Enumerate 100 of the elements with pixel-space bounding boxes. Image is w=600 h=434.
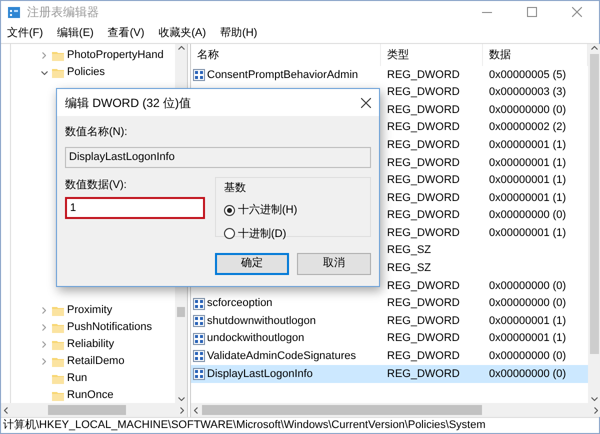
horizontal-scrollbar[interactable] (191, 403, 600, 417)
table-cell: REG_DWORD (387, 226, 460, 239)
folder-icon (52, 66, 64, 78)
tree-item[interactable]: Proximity (67, 302, 112, 319)
radio-option[interactable]: 十进制(D) (224, 226, 362, 242)
registry-editor-icon (7, 5, 21, 19)
close-icon[interactable] (361, 98, 371, 108)
table-cell: 0x00000002 (2) (489, 121, 566, 134)
horizontal-scrollbar[interactable] (1, 403, 187, 417)
table-row[interactable]: scforceoption REG_DWORD 0x00000000 (0) (191, 294, 588, 312)
value-name: ValidateAdminCodeSignatures (207, 349, 356, 364)
table-cell: 0x00000001 (1) (489, 138, 566, 151)
table-row[interactable]: undockwithoutlogon REG_DWORD 0x00000001 (1) (191, 330, 588, 348)
binary-value-icon (193, 298, 205, 310)
window-title: 注册表编辑器 (27, 4, 99, 21)
table-cell: REG_DWORD (387, 314, 460, 327)
scroll-up-icon[interactable] (591, 46, 598, 50)
selected-row[interactable]: DisplayLastLogonInfo REG_DWORD 0x00000000 (0) (191, 365, 588, 383)
maximize-icon[interactable] (526, 7, 536, 17)
value-name-field[interactable]: DisplayLastLogonInfo (65, 146, 371, 168)
table-cell: 0x00000001 (1) (489, 156, 566, 169)
menu-item[interactable]: 收藏夹(A) (158, 24, 206, 42)
folder-icon (52, 372, 64, 384)
table-cell: REG_DWORD (387, 368, 460, 380)
table-cell: 0x00000000 (0) (489, 209, 566, 222)
tree-item[interactable]: Reliability (67, 336, 114, 353)
folder-icon (52, 304, 64, 316)
table-cell: REG_DWORD (387, 138, 460, 151)
table-cell: REG_SZ (387, 244, 432, 256)
value-name: shutdownwithoutlogon (207, 314, 316, 329)
menu-item[interactable]: 文件(F) (7, 24, 44, 42)
menu-item[interactable]: 编辑(E) (57, 24, 94, 42)
folder-icon (52, 322, 64, 334)
column-header[interactable]: 名称 (197, 46, 219, 64)
scroll-right-icon[interactable] (180, 406, 184, 414)
chevron-icon[interactable] (40, 70, 48, 74)
scrollbar-thumb[interactable] (590, 54, 599, 354)
table-cell: REG_DWORD (387, 280, 460, 292)
table-cell: REG_DWORD (387, 297, 460, 310)
scroll-right-icon[interactable] (594, 406, 598, 414)
scrollbar-thumb[interactable] (177, 307, 185, 317)
tree-item[interactable]: RunOnce (67, 387, 114, 404)
table-cell: 0x00000000 (0) (489, 368, 566, 380)
tree-item[interactable]: PushNotifications (67, 319, 152, 336)
tree-item[interactable]: Run (67, 370, 88, 387)
status-path: 计算机\HKEY_LOCAL_MACHINE\SOFTWARE\Microsoft\Windows\CurrentVersion\Policies\System (3, 418, 486, 434)
table-row[interactable]: shutdownwithoutlogon REG_DWORD 0x00000001 (1) (191, 312, 588, 330)
scroll-down-icon[interactable] (178, 397, 184, 401)
tree-item[interactable]: RetailDemo (67, 353, 124, 370)
binary-value-icon (193, 68, 205, 81)
folder-icon (52, 338, 64, 350)
scroll-left-icon[interactable] (194, 406, 198, 414)
menu-item[interactable]: 帮助(H) (220, 24, 258, 42)
table-cell: REG_DWORD (387, 156, 460, 169)
tree-item[interactable]: PhotoPropertyHand (67, 47, 164, 64)
folder-icon (52, 50, 64, 62)
value-name: scforceoption (207, 296, 272, 312)
table-row[interactable]: ValidateAdminCodeSignatures REG_DWORD 0x00000000 (0) (191, 348, 588, 366)
vertical-scrollbar[interactable] (588, 44, 600, 403)
scrollbar-thumb[interactable] (48, 405, 126, 415)
column-header[interactable]: 类型 (387, 46, 409, 64)
dialog-title: 编辑 DWORD (32 位)值 (65, 94, 191, 112)
table-cell: REG_DWORD (387, 209, 460, 222)
table-cell: REG_DWORD (387, 121, 460, 134)
dialog-button[interactable]: 取消 (297, 252, 371, 274)
table-cell: 0x00000000 (0) (489, 104, 566, 116)
radio-option[interactable]: 十六进制(H) (224, 202, 362, 218)
table-cell: REG_DWORD (387, 350, 460, 362)
table-cell: REG_DWORD (387, 174, 460, 186)
binary-value-icon (193, 315, 205, 328)
table-cell: 0x00000001 (1) (489, 314, 566, 327)
dialog-button[interactable]: 确定 (215, 252, 289, 274)
table-cell: 0x00000001 (1) (489, 174, 566, 186)
table-cell: REG_DWORD (387, 86, 460, 98)
field-label: 数值名称(N): (65, 125, 128, 140)
binary-value-icon (193, 350, 205, 362)
scrollbar-thumb[interactable] (202, 405, 482, 415)
menu-item[interactable]: 查看(V) (108, 24, 144, 42)
group-title: 基数 (224, 180, 247, 196)
table-cell: 0x00000005 (5) (489, 68, 566, 81)
table-cell: REG_DWORD (387, 68, 460, 81)
tree-item[interactable]: Policies (67, 64, 105, 81)
table-cell: REG_DWORD (387, 332, 460, 344)
table-cell: 0x00000001 (1) (489, 332, 566, 344)
table-cell: 0x00000003 (3) (489, 86, 566, 98)
binary-value-icon (193, 332, 205, 345)
scroll-down-icon[interactable] (591, 397, 598, 401)
column-header[interactable]: 数据 (489, 46, 511, 64)
table-cell: 0x00000001 (1) (489, 192, 566, 204)
scroll-up-icon[interactable] (178, 46, 184, 50)
scroll-left-icon[interactable] (4, 406, 8, 414)
value-name: undockwithoutlogon (207, 331, 304, 346)
value-name: DisplayLastLogonInfo (207, 366, 313, 382)
value-data-field[interactable]: 1 (65, 197, 205, 219)
table-cell: 0x00000000 (0) (489, 350, 566, 362)
table-row[interactable]: ConsentPromptBehaviorAdmin REG_DWORD 0x00000005 (5) (191, 66, 588, 84)
field-label: 数值数据(V): (65, 178, 128, 192)
folder-icon (52, 390, 64, 402)
value-name: ConsentPromptBehaviorAdmin (207, 68, 358, 83)
table-cell: REG_DWORD (387, 192, 460, 204)
